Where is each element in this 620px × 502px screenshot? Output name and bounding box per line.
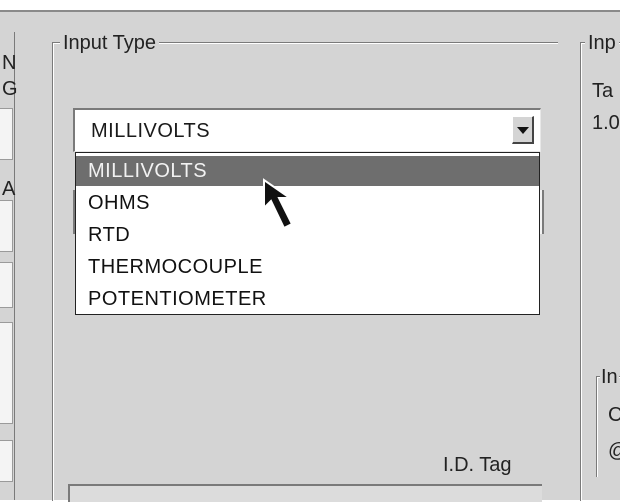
right-label-1: Ta: [592, 80, 614, 102]
chevron-down-icon[interactable]: [512, 116, 534, 144]
input-type-dropdown-list: MILLIVOLTS OHMS RTD THERMOCOUPLE POTENTI…: [75, 152, 540, 315]
left-field-1[interactable]: [0, 108, 13, 160]
left-label-1: N: [2, 52, 17, 74]
input-type-selected-value: MILLIVOLTS: [91, 120, 211, 142]
input-type-legend: Input Type: [60, 32, 160, 55]
right-group-legend: Inp: [585, 32, 619, 55]
option-ohms[interactable]: OHMS: [76, 188, 539, 218]
arrow-pointer-icon: [263, 178, 294, 230]
left-field-3[interactable]: [0, 262, 13, 308]
right-sub-legend: In: [600, 366, 619, 389]
left-field-2[interactable]: [0, 200, 13, 252]
right-sub-label-1: C: [608, 404, 620, 426]
option-millivolts[interactable]: MILLIVOLTS: [76, 156, 539, 186]
left-field-4[interactable]: [0, 322, 13, 424]
right-value-1: 1.0: [592, 112, 620, 134]
top-border: [0, 0, 620, 12]
right-sub-label-2: @: [608, 440, 620, 463]
option-potentiometer[interactable]: POTENTIOMETER: [76, 284, 539, 314]
id-tag-input[interactable]: [68, 484, 542, 502]
left-label-2: G: [2, 78, 18, 100]
option-rtd[interactable]: RTD: [76, 220, 539, 250]
id-tag-label: I.D. Tag: [443, 454, 512, 476]
left-label-3: A: [2, 178, 16, 200]
option-thermocouple[interactable]: THERMOCOUPLE: [76, 252, 539, 282]
left-field-5[interactable]: [0, 440, 13, 482]
input-type-select[interactable]: MILLIVOLTS: [73, 108, 541, 152]
